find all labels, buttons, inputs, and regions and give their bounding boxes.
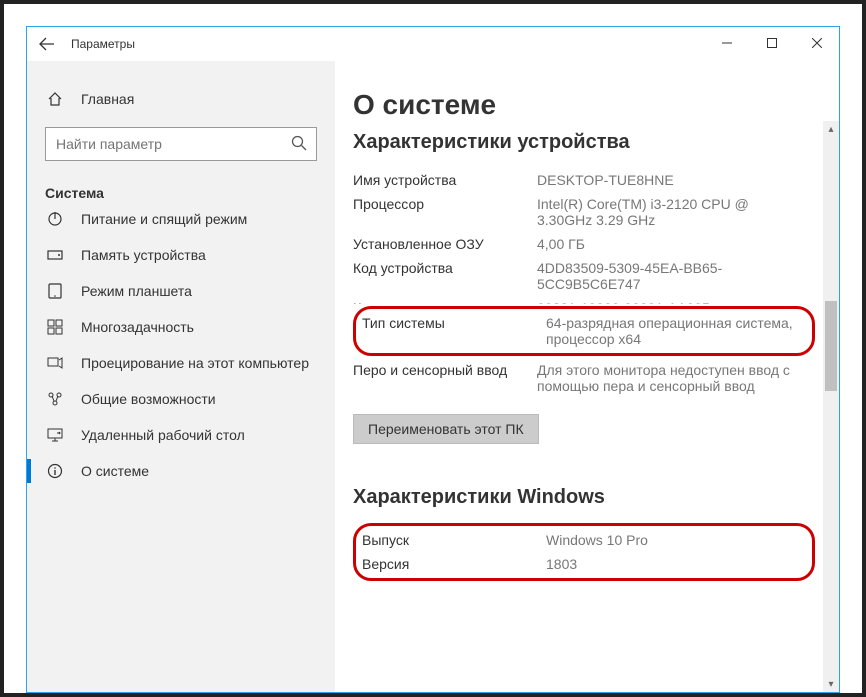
device-spec-header: Характеристики устройства [353, 131, 815, 154]
tablet-icon [45, 283, 65, 299]
remote-icon [45, 427, 65, 443]
scroll-thumb[interactable] [825, 301, 837, 391]
sidebar-item-label: Питание и спящий режим [81, 211, 247, 227]
home-icon [45, 91, 65, 107]
spec-value: Windows 10 Pro [546, 532, 806, 548]
spec-label: Перо и сенсорный ввод [353, 362, 537, 394]
spec-value: Для этого монитора недоступен ввод с пом… [537, 362, 815, 394]
spec-value: 64-разрядная операционная система, проце… [546, 315, 806, 347]
spec-value: 1803 [546, 556, 806, 572]
storage-icon [45, 247, 65, 263]
sidebar-home-label: Главная [81, 91, 134, 107]
sidebar-item-shared[interactable]: Общие возможности [27, 381, 335, 417]
spec-label: Установленное ОЗУ [353, 236, 537, 252]
spec-value: Intel(R) Core(TM) i3-2120 CPU @ 3.30GHz … [537, 196, 815, 228]
spec-label: Код продукта [353, 300, 537, 304]
spec-label: Выпуск [362, 532, 546, 548]
close-button[interactable] [794, 27, 839, 59]
sidebar-item-about[interactable]: О системе [27, 453, 335, 489]
windows-spec-header: Характеристики Windows [353, 486, 815, 509]
settings-window: Параметры Главная [26, 26, 840, 693]
sidebar-item-label: Удаленный рабочий стол [81, 427, 245, 443]
sidebar: Главная Система Питание и спящий режим [27, 61, 335, 692]
spec-value: 4DD83509-5309-45EA-BB65-5CC9B5C6E747 [537, 260, 815, 292]
spec-label: Тип системы [362, 315, 546, 347]
spec-row-ram: Установленное ОЗУ 4,00 ГБ [353, 232, 815, 256]
scrollbar[interactable]: ▴ ▾ [823, 121, 839, 692]
sidebar-item-label: Многозадачность [81, 319, 194, 335]
sidebar-item-remote[interactable]: Удаленный рабочий стол [27, 417, 335, 453]
content-pane: О системе Характеристики устройства Имя … [335, 61, 839, 692]
close-icon [812, 38, 822, 48]
search-input[interactable] [45, 127, 317, 161]
spec-value: 00331-10000-00001-AA905 [537, 300, 815, 304]
power-icon [45, 211, 65, 227]
sidebar-category-header: Система [27, 179, 335, 211]
spec-label: Код устройства [353, 260, 537, 292]
sidebar-item-tablet[interactable]: Режим планшета [27, 273, 335, 309]
titlebar: Параметры [27, 27, 839, 61]
maximize-button[interactable] [749, 27, 794, 59]
multitask-icon [45, 319, 65, 335]
project-icon [45, 355, 65, 371]
info-icon [45, 463, 65, 479]
back-button[interactable] [27, 27, 67, 61]
minimize-icon [722, 38, 732, 48]
spec-row-productid: Код продукта 00331-10000-00001-AA905 [353, 296, 815, 304]
sidebar-item-label: О системе [81, 463, 149, 479]
minimize-button[interactable] [704, 27, 749, 59]
spec-row-systemtype: Тип системы 64-разрядная операционная си… [362, 311, 806, 351]
scroll-down-icon[interactable]: ▾ [823, 676, 839, 692]
sidebar-item-project[interactable]: Проецирование на этот компьютер [27, 345, 335, 381]
spec-row-edition: Выпуск Windows 10 Pro [362, 528, 806, 552]
spec-row-devicename: Имя устройства DESKTOP-TUE8HNE [353, 168, 815, 192]
spec-label: Имя устройства [353, 172, 537, 188]
scroll-up-icon[interactable]: ▴ [823, 121, 839, 137]
sidebar-item-label: Память устройства [81, 247, 206, 263]
highlight-windows-spec: Выпуск Windows 10 Pro Версия 1803 [353, 523, 815, 581]
sidebar-item-label: Общие возможности [81, 391, 216, 407]
sidebar-item-storage[interactable]: Память устройства [27, 237, 335, 273]
spec-row-cpu: Процессор Intel(R) Core(TM) i3-2120 CPU … [353, 192, 815, 232]
search-icon [291, 135, 307, 151]
maximize-icon [767, 38, 777, 48]
shared-icon [45, 391, 65, 407]
sidebar-item-label: Режим планшета [81, 283, 192, 299]
highlight-system-type: Тип системы 64-разрядная операционная си… [353, 306, 815, 356]
spec-row-deviceid: Код устройства 4DD83509-5309-45EA-BB65-5… [353, 256, 815, 296]
spec-label: Версия [362, 556, 546, 572]
sidebar-item-multitask[interactable]: Многозадачность [27, 309, 335, 345]
spec-label: Процессор [353, 196, 537, 228]
spec-value: 4,00 ГБ [537, 236, 815, 252]
page-title: О системе [353, 89, 815, 121]
sidebar-item-power[interactable]: Питание и спящий режим [27, 211, 335, 237]
rename-pc-button[interactable]: Переименовать этот ПК [353, 414, 539, 444]
arrow-left-icon [39, 36, 55, 52]
spec-row-pen: Перо и сенсорный ввод Для этого монитора… [353, 358, 815, 398]
sidebar-item-label: Проецирование на этот компьютер [81, 355, 309, 371]
spec-row-version: Версия 1803 [362, 552, 806, 576]
spec-value: DESKTOP-TUE8HNE [537, 172, 815, 188]
sidebar-home[interactable]: Главная [27, 85, 335, 113]
window-title: Параметры [71, 37, 135, 51]
